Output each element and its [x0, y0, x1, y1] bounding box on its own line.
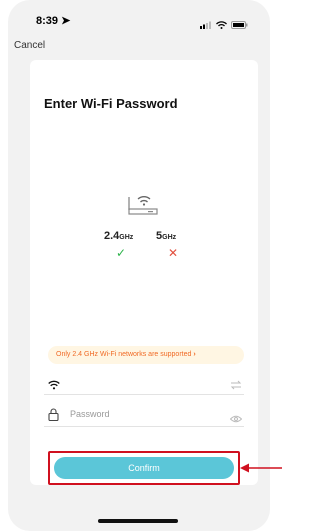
annotation-arrow [240, 463, 282, 473]
status-time: 8:39 ➤ [36, 15, 71, 27]
band-24ghz: 2.4GHz [104, 230, 134, 242]
battery-icon [231, 16, 248, 34]
eye-icon[interactable] [229, 410, 243, 428]
switch-network-icon[interactable] [230, 377, 242, 395]
home-indicator [98, 519, 178, 523]
location-arrow-icon: ➤ [61, 15, 71, 27]
password-placeholder: Password [70, 409, 110, 419]
cancel-button[interactable]: Cancel [14, 40, 45, 51]
page-title: Enter Wi-Fi Password [44, 96, 178, 111]
wifi-icon [48, 377, 60, 395]
status-bar: 8:39 ➤ [8, 14, 270, 30]
phone-screen: 8:39 ➤ Cancel Enter Wi-Fi Password 2.4GH… [8, 0, 270, 531]
password-field[interactable]: Password [44, 404, 244, 427]
notice-text: Only 2.4 GHz Wi-Fi networks are supporte… [56, 351, 192, 358]
lock-icon [48, 408, 59, 426]
notice-banner[interactable]: Only 2.4 GHz Wi-Fi networks are supporte… [48, 346, 244, 364]
confirm-highlight: Confirm [48, 451, 240, 485]
wifi-password-card: Enter Wi-Fi Password 2.4GHz 5GHz ✓ ✕ Onl… [30, 60, 258, 485]
signal-icon [200, 16, 212, 34]
check-icon: ✓ [116, 246, 127, 260]
band-5ghz: 5GHz [156, 230, 177, 242]
cross-icon: ✕ [168, 246, 179, 260]
wifi-status-icon [216, 16, 227, 34]
confirm-button[interactable]: Confirm [54, 457, 234, 479]
wifi-network-field[interactable] [44, 372, 244, 395]
chevron-right-icon: › [193, 351, 196, 358]
router-icon [124, 190, 164, 223]
